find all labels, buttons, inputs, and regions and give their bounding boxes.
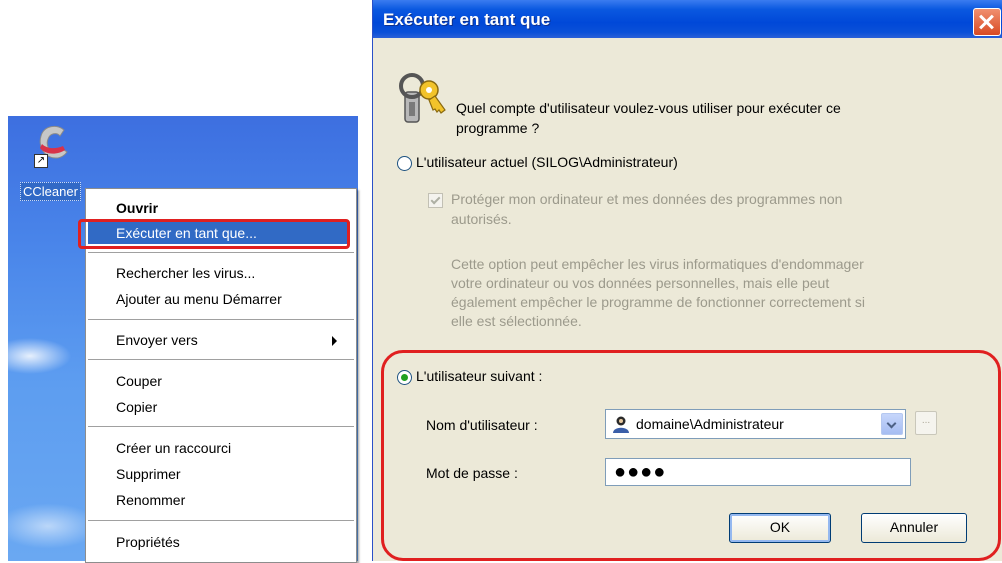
current-user-radio[interactable] bbox=[397, 156, 412, 171]
menu-item-pin-start[interactable]: Ajouter au menu Démarrer bbox=[116, 289, 282, 309]
menu-item-send-to[interactable]: Envoyer vers bbox=[116, 330, 198, 350]
protect-description-line: elle est sélectionnée. bbox=[451, 313, 582, 329]
protect-description-line: Cette option peut empêcher les virus inf… bbox=[451, 256, 864, 272]
menu-item-delete[interactable]: Supprimer bbox=[116, 464, 181, 484]
menu-separator bbox=[88, 520, 354, 521]
protect-description-line: également empêcher le programme de fonct… bbox=[451, 294, 865, 310]
keys-icon bbox=[399, 73, 446, 123]
annotation-highlight-run-as bbox=[78, 219, 350, 249]
dialog-title-bar[interactable]: Exécuter en tant que bbox=[373, 0, 1002, 38]
menu-separator bbox=[88, 319, 354, 320]
menu-item-rename[interactable]: Renommer bbox=[116, 490, 185, 510]
question-line-2: programme ? bbox=[456, 120, 540, 136]
menu-item-open[interactable]: Ouvrir bbox=[116, 198, 158, 218]
menu-item-copy[interactable]: Copier bbox=[116, 397, 157, 417]
annotation-highlight-following-user bbox=[381, 350, 1001, 561]
submenu-arrow-icon bbox=[332, 336, 337, 346]
protect-checkbox-label-2: autorisés. bbox=[451, 211, 512, 227]
shortcut-label: CCleaner bbox=[20, 182, 81, 201]
menu-item-properties[interactable]: Propriétés bbox=[116, 532, 180, 552]
dialog-title: Exécuter en tant que bbox=[383, 10, 551, 29]
current-user-label[interactable]: L'utilisateur actuel (SILOG\Administrate… bbox=[416, 152, 678, 172]
close-button[interactable] bbox=[973, 8, 1001, 36]
menu-item-scan-virus[interactable]: Rechercher les virus... bbox=[116, 263, 255, 283]
protect-checkbox[interactable] bbox=[428, 193, 443, 208]
menu-item-cut[interactable]: Couper bbox=[116, 371, 162, 391]
run-as-dialog: Exécuter en tant que Quel compte d'utili… bbox=[372, 0, 1002, 561]
menu-separator bbox=[88, 252, 354, 253]
question-line-1: Quel compte d'utilisateur voulez-vous ut… bbox=[456, 100, 841, 116]
protect-checkbox-label-1: Protéger mon ordinateur et mes données d… bbox=[451, 191, 843, 207]
protect-description-line: votre ordinateur ou vos données personne… bbox=[451, 275, 830, 291]
menu-separator bbox=[88, 426, 354, 427]
menu-item-create-shortcut[interactable]: Créer un raccourci bbox=[116, 438, 231, 458]
ccleaner-shortcut[interactable]: ↗ CCleaner bbox=[16, 120, 81, 201]
shortcut-arrow-icon: ↗ bbox=[34, 154, 48, 168]
menu-separator bbox=[88, 359, 354, 360]
